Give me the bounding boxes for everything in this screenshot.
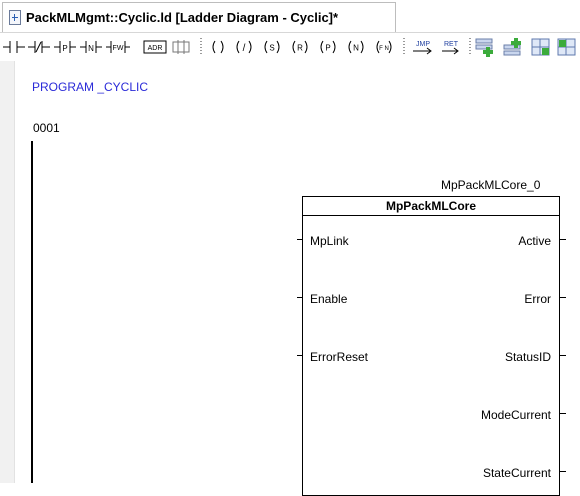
contact-n-label: N (88, 44, 94, 53)
coil-set-icon[interactable]: S (261, 37, 283, 57)
jump-icon[interactable]: JMP (410, 37, 436, 57)
add-network-above-icon[interactable] (474, 37, 498, 57)
add-network-below-icon[interactable] (502, 37, 526, 57)
network-number[interactable]: 0001 (33, 121, 60, 135)
coil-p-label: P (325, 44, 330, 53)
editor-gutter (0, 61, 15, 483)
contact-n-icon[interactable]: N (80, 37, 102, 57)
pin-stub-output (560, 413, 566, 414)
pin-stub-input (297, 355, 303, 356)
coil-negated-label: / (243, 43, 246, 54)
contact-adr-icon[interactable]: ADR (143, 37, 167, 57)
fb-instance-name[interactable]: MpPackMLCore_0 (441, 178, 540, 192)
left-power-rail (31, 141, 33, 483)
contact-p-label: P (62, 44, 67, 53)
contact-fw-icon[interactable]: FW (106, 37, 130, 57)
fb-type-name: MpPackMLCore (303, 197, 559, 216)
coil-fn-label: F N (379, 46, 389, 52)
toolbar-separator (403, 38, 405, 56)
program-label: PROGRAM _CYCLIC (32, 80, 149, 94)
fb-output-error[interactable]: Error (524, 292, 551, 306)
editor-tab[interactable]: PackMLMgmt::Cyclic.ld [Ladder Diagram - … (2, 2, 396, 32)
fb-output-statecurrent[interactable]: StateCurrent (483, 466, 551, 480)
toolbar-separator (200, 38, 202, 56)
contact-fw-label: FW (113, 45, 124, 52)
coil-negated-icon[interactable]: / (233, 37, 255, 57)
contact-no-icon[interactable] (3, 37, 25, 57)
editor-tab-title: PackMLMgmt::Cyclic.ld [Ladder Diagram - … (26, 10, 339, 25)
fb-output-modecurrent[interactable]: ModeCurrent (481, 408, 551, 422)
coil-fn-icon[interactable]: F N (373, 37, 395, 57)
contact-branch-icon[interactable] (170, 37, 192, 57)
pin-stub-input (297, 239, 303, 240)
pin-stub-input (297, 297, 303, 298)
coil-set-label: S (269, 44, 274, 53)
jump-label: JMP (416, 41, 430, 48)
pin-stub-output (560, 471, 566, 472)
ladder-toolbar: P N FW ADR / S R P N F N JMP RET (0, 33, 580, 61)
fb-input-enable[interactable]: Enable (310, 292, 347, 306)
add-block-alt-icon[interactable] (556, 37, 578, 57)
pin-stub-output (560, 355, 566, 356)
fb-input-mplink[interactable]: MpLink (310, 234, 349, 248)
coil-n-label: N (353, 44, 359, 53)
pin-stub-output (560, 297, 566, 298)
ladder-file-icon (9, 10, 21, 25)
fb-output-statusid[interactable]: StatusID (505, 350, 551, 364)
coil-reset-label: R (297, 44, 303, 53)
return-label: RET (444, 41, 459, 48)
coil-n-icon[interactable]: N (345, 37, 367, 57)
add-block-icon[interactable] (530, 37, 552, 57)
toolbar-separator (469, 38, 471, 56)
fb-input-errorreset[interactable]: ErrorReset (310, 350, 368, 364)
coil-p-icon[interactable]: P (317, 37, 339, 57)
contact-p-icon[interactable]: P (54, 37, 76, 57)
coil-reset-icon[interactable]: R (289, 37, 311, 57)
function-block[interactable]: MpPackMLCore MpLink Enable ErrorReset Ac… (302, 196, 560, 496)
pin-stub-output (560, 239, 566, 240)
return-icon[interactable]: RET (439, 37, 463, 57)
fb-output-active[interactable]: Active (518, 234, 551, 248)
contact-adr-label: ADR (148, 45, 163, 52)
editor-tab-bar: PackMLMgmt::Cyclic.ld [Ladder Diagram - … (0, 0, 580, 33)
ladder-editor[interactable]: PROGRAM _CYCLIC 0001 MpPackMLCore_0 MpPa… (0, 61, 580, 496)
contact-nc-icon[interactable] (28, 37, 50, 57)
coil-icon[interactable] (207, 37, 229, 57)
